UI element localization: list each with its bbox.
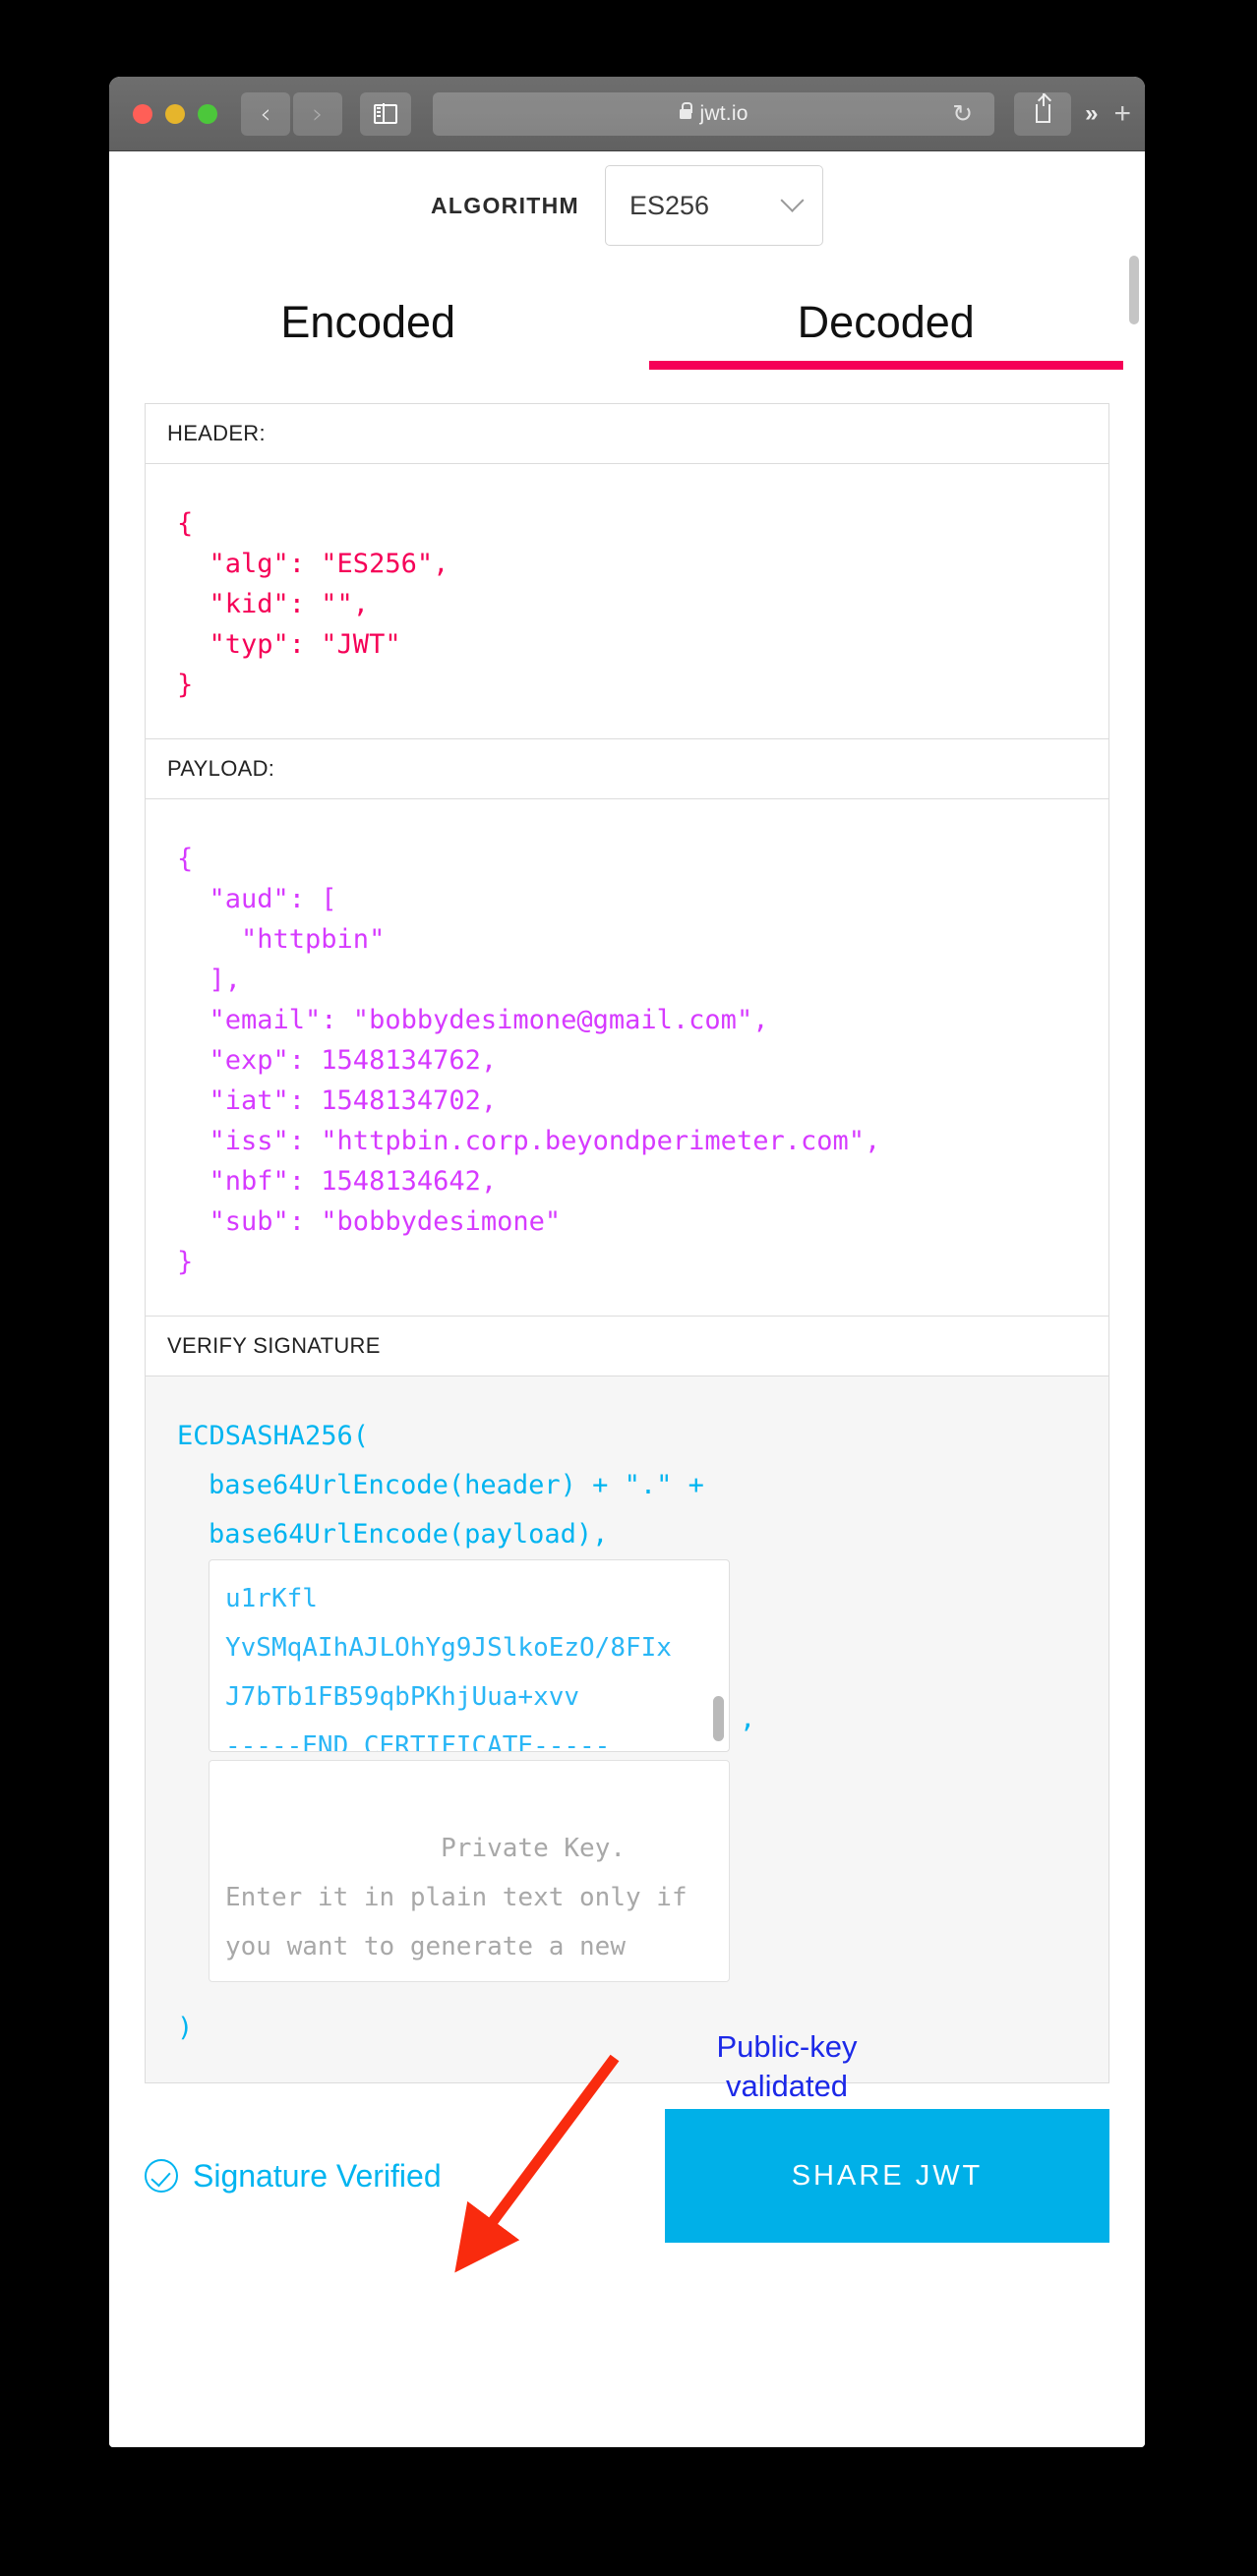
new-tab-icon[interactable]: + <box>1113 97 1131 131</box>
payload-panel: PAYLOAD: { "aud": [ "httpbin" ], "email"… <box>145 738 1109 1316</box>
tab-encoded[interactable]: Encoded <box>109 297 628 370</box>
address-bar[interactable]: jwt.io ↻ <box>433 91 995 136</box>
signature-line-2: base64UrlEncode(header) + "." + <box>209 1470 704 1500</box>
share-button[interactable] <box>1014 91 1072 136</box>
minimize-window-button[interactable] <box>165 103 185 124</box>
url-text: jwt.io <box>699 101 748 125</box>
sidebar-icon <box>374 103 397 124</box>
page-scrollbar-thumb[interactable] <box>1129 256 1139 324</box>
signature-panel-title: VERIFY SIGNATURE <box>146 1317 1108 1376</box>
signature-comma: , <box>740 1704 756 1734</box>
payload-panel-title: PAYLOAD: <box>146 739 1108 799</box>
navigation-buttons: ‹ › <box>241 91 342 136</box>
payload-json-editor[interactable]: { "aud": [ "httpbin" ], "email": "bobbyd… <box>146 799 1108 1316</box>
check-circle-icon <box>145 2159 178 2193</box>
tab-encoded-label: Encoded <box>280 297 456 347</box>
browser-toolbar: ‹ › jwt.io ↻ » + <box>109 77 1145 151</box>
tab-decoded[interactable]: Decoded <box>628 297 1146 370</box>
decoded-panels: HEADER: { "alg": "ES256", "kid": "", "ty… <box>109 403 1145 2083</box>
share-jwt-button[interactable]: SHARE JWT <box>665 2109 1109 2243</box>
window-controls <box>133 103 217 124</box>
lock-icon <box>679 101 693 119</box>
more-toolbar-icon[interactable]: » <box>1085 100 1098 128</box>
sidebar-toggle-button[interactable] <box>360 91 411 136</box>
chevron-right-icon: › <box>312 96 324 130</box>
maximize-window-button[interactable] <box>198 103 217 124</box>
algorithm-label: ALGORITHM <box>431 192 579 218</box>
header-panel-title: HEADER: <box>146 404 1108 464</box>
back-button[interactable]: ‹ <box>241 91 290 136</box>
tab-decoded-label: Decoded <box>797 297 975 347</box>
sidebar-icon-dots <box>377 106 381 117</box>
share-icon <box>1035 93 1050 123</box>
screenshot-root: ‹ › jwt.io ↻ » + ALGORITHM ES256 Encoded… <box>0 0 1257 2576</box>
public-key-scrollbar-thumb[interactable] <box>713 1696 724 1741</box>
algorithm-row: ALGORITHM ES256 <box>109 151 1145 256</box>
signature-line-3: base64UrlEncode(payload), <box>209 1519 609 1550</box>
signature-body: ECDSASHA256( base64UrlEncode(header) + "… <box>146 1376 1108 2082</box>
public-key-annotation-text: Public-key validated <box>716 2029 858 2103</box>
arrow-line <box>454 2054 620 2273</box>
signature-panel: VERIFY SIGNATURE ECDSASHA256( base64UrlE… <box>145 1316 1109 2083</box>
public-key-value: u1rKfl YvSMqAIhAJLOhYg9JSlkoEzO/8FIx J7b… <box>225 1584 672 1752</box>
close-window-button[interactable] <box>133 103 152 124</box>
reload-icon[interactable]: ↻ <box>952 101 973 126</box>
chevron-left-icon: ‹ <box>260 96 271 130</box>
algorithm-selected-value: ES256 <box>628 190 710 220</box>
chevron-down-icon <box>780 188 805 212</box>
signature-verified-label: Signature Verified <box>193 2157 442 2194</box>
header-panel: HEADER: { "alg": "ES256", "kid": "", "ty… <box>145 403 1109 738</box>
public-key-input[interactable]: u1rKfl YvSMqAIhAJLOhYg9JSlkoEzO/8FIx J7b… <box>209 1559 730 1752</box>
private-key-placeholder: Private Key. Enter it in plain text only… <box>225 1834 688 1961</box>
header-json-editor[interactable]: { "alg": "ES256", "kid": "", "typ": "JWT… <box>146 464 1108 738</box>
signature-status: Signature Verified <box>145 2158 442 2195</box>
forward-button[interactable]: › <box>293 91 342 136</box>
private-key-input[interactable]: Private Key. Enter it in plain text only… <box>209 1760 730 1982</box>
algorithm-select[interactable]: ES256 <box>604 165 823 246</box>
encoded-decoded-tabs: Encoded Decoded <box>109 297 1145 370</box>
signature-line-1: ECDSASHA256( <box>177 1421 370 1451</box>
